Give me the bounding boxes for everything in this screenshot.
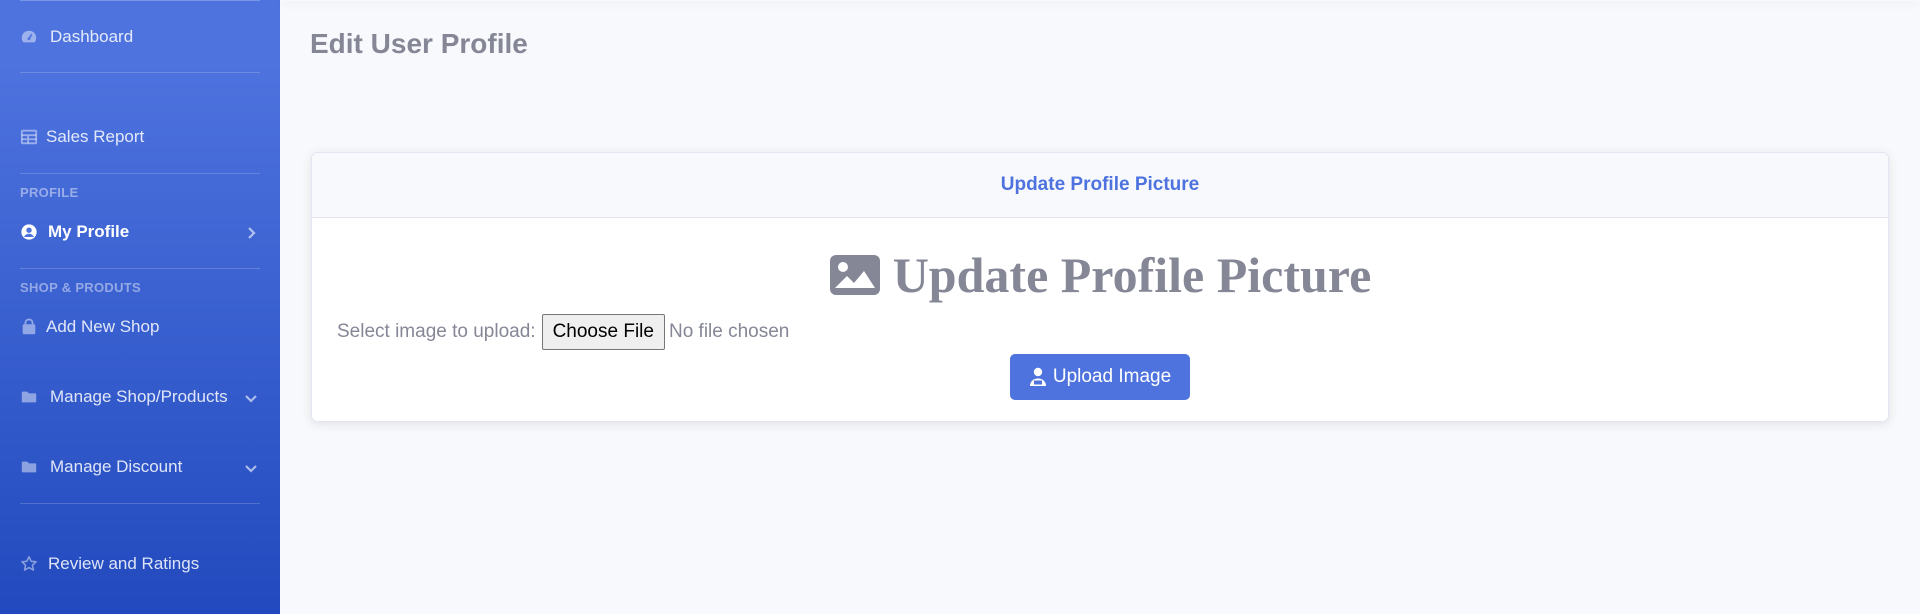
sidebar-item-label: Sales Report [46,127,145,146]
upload-button-label: Upload Image [1052,366,1172,387]
sidebar-item-manage-discount[interactable]: Manage Discount [0,441,280,493]
sidebar-item-dashboard[interactable]: Dashboard [0,11,280,63]
chevron-down-icon [244,460,258,474]
sidebar-item-sales-report[interactable]: Sales Report [0,111,280,163]
profile-picture-card: Update Profile Picture Update Profile Pi… [311,152,1889,422]
sidebar-item-label: Manage Shop/Products [50,387,228,406]
sidebar-item-add-new-shop[interactable]: Add New Shop [0,301,280,353]
image-icon [829,255,880,295]
upload-label: Select image to upload: [337,321,536,342]
folder-icon [20,458,38,476]
upload-row: Select image to upload: Choose File No f… [337,314,789,350]
section-heading: Update Profile Picture [312,246,1888,304]
folder-icon [20,388,38,406]
sidebar-item-label: Dashboard [50,27,134,46]
sidebar-item-label: My Profile [48,222,130,241]
card-header-title: Update Profile Picture [1000,174,1200,195]
sidebar-item-manage-shop-products[interactable]: Manage Shop/Products [0,371,280,423]
star-icon [20,555,38,573]
sidebar-divider [20,72,260,73]
card-header: Update Profile Picture [312,153,1888,218]
page-title: Edit User Profile [310,28,528,59]
upload-image-button[interactable]: Upload Image [1010,354,1190,400]
sidebar-top-divider [20,0,260,1]
card-body: Update Profile Picture Select image to u… [312,218,1888,421]
sidebar-item-my-profile[interactable]: My Profile [0,206,280,258]
chevron-right-icon [244,225,258,239]
sidebar-item-review-ratings[interactable]: Review and Ratings [0,538,280,590]
table-icon [20,128,38,146]
sidebar-heading-profile: PROFILE [20,185,79,200]
choose-file-button[interactable]: Choose File [541,314,665,350]
section-heading-text: Update Profile Picture [892,247,1372,303]
user-upload-icon [1029,367,1046,386]
tachometer-icon [20,28,38,46]
sidebar-item-label: Manage Discount [50,457,183,476]
sidebar-item-label: Add New Shop [46,317,160,336]
chevron-down-icon [244,390,258,404]
sidebar-heading-shop: SHOP & PRODUTS [20,280,141,295]
sidebar: Dashboard Sales Report PROFILE My Profil… [0,0,280,614]
sidebar-item-label: Review and Ratings [48,554,200,573]
topbar [280,0,1920,1]
user-circle-icon [20,223,38,241]
shopping-bag-icon [20,318,38,336]
sidebar-divider [20,503,260,504]
file-status: No file chosen [668,321,790,342]
